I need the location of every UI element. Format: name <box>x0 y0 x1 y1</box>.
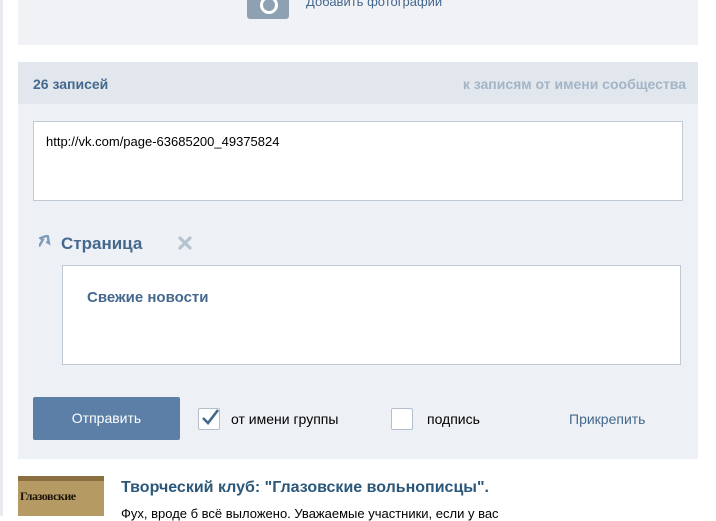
add-photo-link[interactable]: Добавить фотографии <box>306 0 442 9</box>
posts-count[interactable]: 26 записей <box>33 76 108 92</box>
group-avatar-text: Глазовские <box>20 489 76 503</box>
signature-label[interactable]: подпись <box>427 411 480 427</box>
checkmark-icon <box>202 409 219 425</box>
add-photo-panel: Добавить фотографии <box>18 0 698 45</box>
signature-checkbox[interactable] <box>391 408 413 430</box>
post-text-value: http://vk.com/page-63685200_49375824 <box>46 134 280 149</box>
post-text-input[interactable]: http://vk.com/page-63685200_49375824 <box>33 121 683 201</box>
close-icon[interactable] <box>177 235 193 251</box>
send-button[interactable]: Отправить <box>33 397 180 440</box>
attach-link[interactable]: Прикрепить <box>569 411 645 427</box>
camera-icon[interactable] <box>247 0 289 19</box>
group-avatar[interactable]: Глазовские <box>18 476 104 516</box>
page-title-input[interactable]: Свежие новости <box>62 265 681 365</box>
page-title-value: Свежие новости <box>87 289 209 306</box>
post-preview-text: Фух, вроде б всё выложено. Уважаемые уча… <box>121 506 499 521</box>
post-composer: 26 записей к записям от имени сообщества… <box>18 62 698 459</box>
left-border <box>0 0 3 516</box>
community-posts-link[interactable]: к записям от имени сообщества <box>463 76 686 92</box>
from-group-label[interactable]: от имени группы <box>231 411 338 427</box>
arrow-icon <box>39 235 51 248</box>
from-group-checkbox[interactable] <box>198 408 220 430</box>
composer-header: 26 записей к записям от имени сообщества <box>18 62 698 104</box>
attachment-type-label: Страница <box>61 234 143 253</box>
post-title-link[interactable]: Творческий клуб: "Глазовские вольнописцы… <box>121 479 489 497</box>
